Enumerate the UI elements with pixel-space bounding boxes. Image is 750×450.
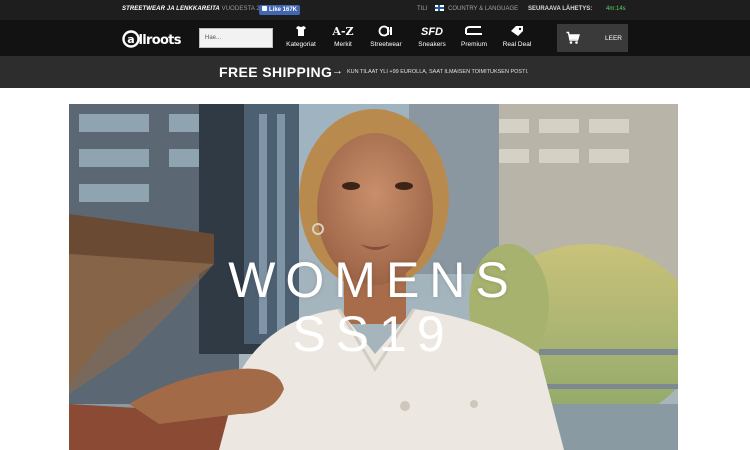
nav-label: Real Deal: [502, 41, 532, 48]
facebook-like-button[interactable]: Like 167K: [259, 5, 301, 15]
account-link[interactable]: TILI: [417, 6, 427, 12]
tag-icon: [500, 25, 534, 39]
allroots-logo-icon: a llroots: [122, 30, 182, 48]
nav-label: Merkit: [334, 41, 352, 48]
nav-label: Sneakers: [418, 41, 446, 48]
top-info-bar: STREETWEAR JA LENKKAREITA VUODESTA 2003 …: [0, 0, 750, 20]
arrow-right-icon: →: [332, 65, 343, 77]
hero-title: WOMENS: [228, 252, 519, 308]
cart-button[interactable]: LEER: [557, 24, 628, 52]
tagline: STREETWEAR JA LENKKAREITA VUODESTA 2003: [122, 6, 270, 12]
country-label: COUNTRY & LANGUAGE: [448, 6, 519, 12]
country-language-selector[interactable]: COUNTRY & LANGUAGE: [435, 5, 518, 12]
nav-label: Kategoriat: [286, 41, 316, 48]
nav-item-real-deal[interactable]: Real Deal: [500, 25, 534, 53]
main-navigation: a llroots Hae... Kategoriat A-Z Merkit S…: [0, 20, 750, 56]
nav-item-sneakers[interactable]: SFD Sneakers: [416, 25, 448, 53]
a-z-icon: A-Z: [332, 25, 354, 38]
free-shipping-subtitle: KUN TILAAT YLI +99 EUROLLA, SAAT ILMAISE…: [347, 69, 529, 75]
tagline-bold: STREETWEAR JA LENKKAREITA: [122, 6, 220, 12]
premium-icon: [458, 25, 490, 39]
allroots-mini-logo-icon: [367, 25, 405, 39]
free-shipping-banner[interactable]: FREE SHIPPING → KUN TILAAT YLI +99 EUROL…: [0, 56, 750, 88]
finland-flag-icon: [435, 5, 444, 11]
nav-label: Premium: [460, 41, 487, 48]
nav-item-kategoriat[interactable]: Kategoriat: [283, 25, 319, 53]
nav-item-premium[interactable]: Premium: [458, 25, 490, 53]
nav-item-merkit[interactable]: A-Z Merkit: [331, 25, 355, 53]
free-shipping-title: FREE SHIPPING: [219, 64, 333, 80]
svg-text:a: a: [127, 33, 134, 46]
hero-banner[interactable]: WOMENS SS19: [69, 104, 678, 450]
next-shipment-label: SEURAAVA LÄHETYS:: [528, 6, 593, 12]
shopping-cart-icon: [566, 31, 580, 44]
cart-label: LEER: [605, 35, 622, 42]
hero-subtitle: SS19: [292, 306, 455, 362]
site-logo[interactable]: a llroots: [122, 29, 184, 48]
svg-text:llroots: llroots: [139, 33, 182, 48]
tshirt-icon: [283, 25, 319, 39]
search-input[interactable]: Hae...: [199, 28, 273, 48]
sfd-icon: SFD: [421, 26, 443, 38]
nav-item-streetwear[interactable]: Streetwear: [367, 25, 405, 53]
fb-like-label: Like 167K: [269, 7, 298, 13]
thumbs-up-icon: [262, 6, 267, 11]
nav-label: Streetwear: [370, 41, 402, 48]
next-shipment-timer: 4m:14s: [606, 6, 626, 12]
